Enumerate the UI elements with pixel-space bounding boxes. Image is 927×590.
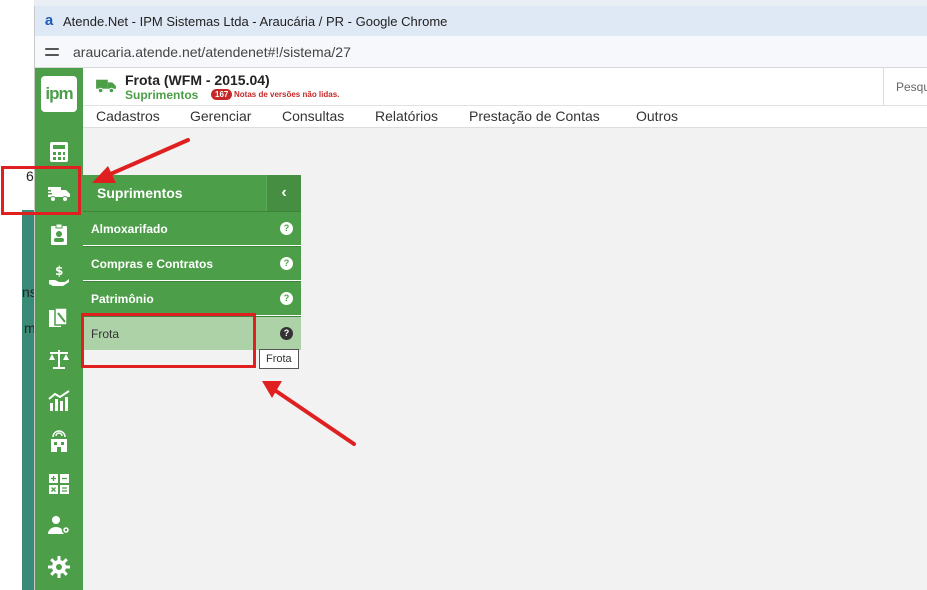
menu-cadastros[interactable]: Cadastros — [96, 108, 160, 124]
chevron-left-icon: ‹ — [281, 184, 287, 201]
flyout-item-label: Almoxarifado — [91, 222, 168, 236]
chart-icon[interactable] — [47, 389, 71, 413]
flyout-item-label: Patrimônio — [91, 292, 154, 306]
app-header: Frota (WFM - 2015.04) Suprimentos 167 No… — [83, 68, 927, 106]
site-settings-icon[interactable] — [43, 44, 61, 60]
calculator-icon[interactable] — [47, 140, 71, 164]
browser-titlebar: a Atende.Net - IPM Sistemas Ltda - Arauc… — [35, 6, 927, 36]
menu-relatorios[interactable]: Relatórios — [375, 108, 438, 124]
flyout-item-label: Compras e Contratos — [91, 257, 214, 271]
tooltip: Frota — [259, 349, 299, 369]
flyout-item-compras-e-contratos[interactable]: Compras e Contratos ? — [83, 246, 301, 280]
browser-window: a Atende.Net - IPM Sistemas Ltda - Arauc… — [34, 6, 927, 590]
collapse-button[interactable]: ‹ — [266, 175, 301, 211]
annotation-box-truck — [1, 166, 81, 215]
page-title: Frota (WFM - 2015.04) — [125, 72, 270, 88]
scale-icon[interactable] — [47, 347, 71, 371]
user-settings-icon[interactable] — [47, 513, 71, 537]
menu-gerenciar[interactable]: Gerenciar — [190, 108, 251, 124]
search-input[interactable]: Pesqu — [883, 68, 927, 106]
building-icon[interactable] — [47, 430, 71, 454]
flyout-item-patrimonio[interactable]: Patrimônio ? — [83, 281, 301, 315]
truck-icon — [96, 79, 116, 94]
help-icon[interactable]: ? — [280, 222, 293, 235]
flyout-title: Suprimentos — [97, 185, 183, 201]
badge-icon[interactable] — [47, 223, 71, 247]
help-icon[interactable]: ? — [280, 292, 293, 305]
annotation-box-frota — [81, 313, 256, 368]
documents-icon[interactable] — [47, 306, 71, 330]
flyout-item-almoxarifado[interactable]: Almoxarifado ? — [83, 211, 301, 245]
release-notes-link[interactable]: Notas de versões não lidas. — [234, 90, 339, 99]
help-icon[interactable]: ? — [280, 327, 293, 340]
help-icon[interactable]: ? — [280, 257, 293, 270]
math-grid-icon[interactable] — [47, 472, 71, 496]
module-sidebar: ipm $ — [35, 68, 83, 590]
address-bar[interactable]: araucaria.atende.net/atendenet#!/sistema… — [35, 36, 927, 68]
atende-icon: a — [44, 12, 54, 29]
main-menu: Cadastros Gerenciar Consultas Relatórios… — [83, 106, 927, 128]
notes-count-badge[interactable]: 167 — [211, 89, 233, 100]
module-name[interactable]: Suprimentos — [125, 88, 198, 102]
money-hand-icon[interactable]: $ — [47, 264, 71, 288]
url-text[interactable]: araucaria.atende.net/atendenet#!/sistema… — [73, 44, 351, 60]
menu-prestacao-de-contas[interactable]: Prestação de Contas — [469, 108, 600, 124]
flyout-header: Suprimentos ‹ — [83, 175, 301, 211]
background-map — [22, 210, 34, 590]
menu-outros[interactable]: Outros — [636, 108, 678, 124]
gear-icon[interactable] — [47, 555, 71, 579]
ipm-logo[interactable]: ipm — [41, 76, 77, 112]
window-title: Atende.Net - IPM Sistemas Ltda - Araucár… — [63, 13, 448, 29]
menu-consultas[interactable]: Consultas — [282, 108, 344, 124]
svg-text:$: $ — [55, 264, 63, 278]
